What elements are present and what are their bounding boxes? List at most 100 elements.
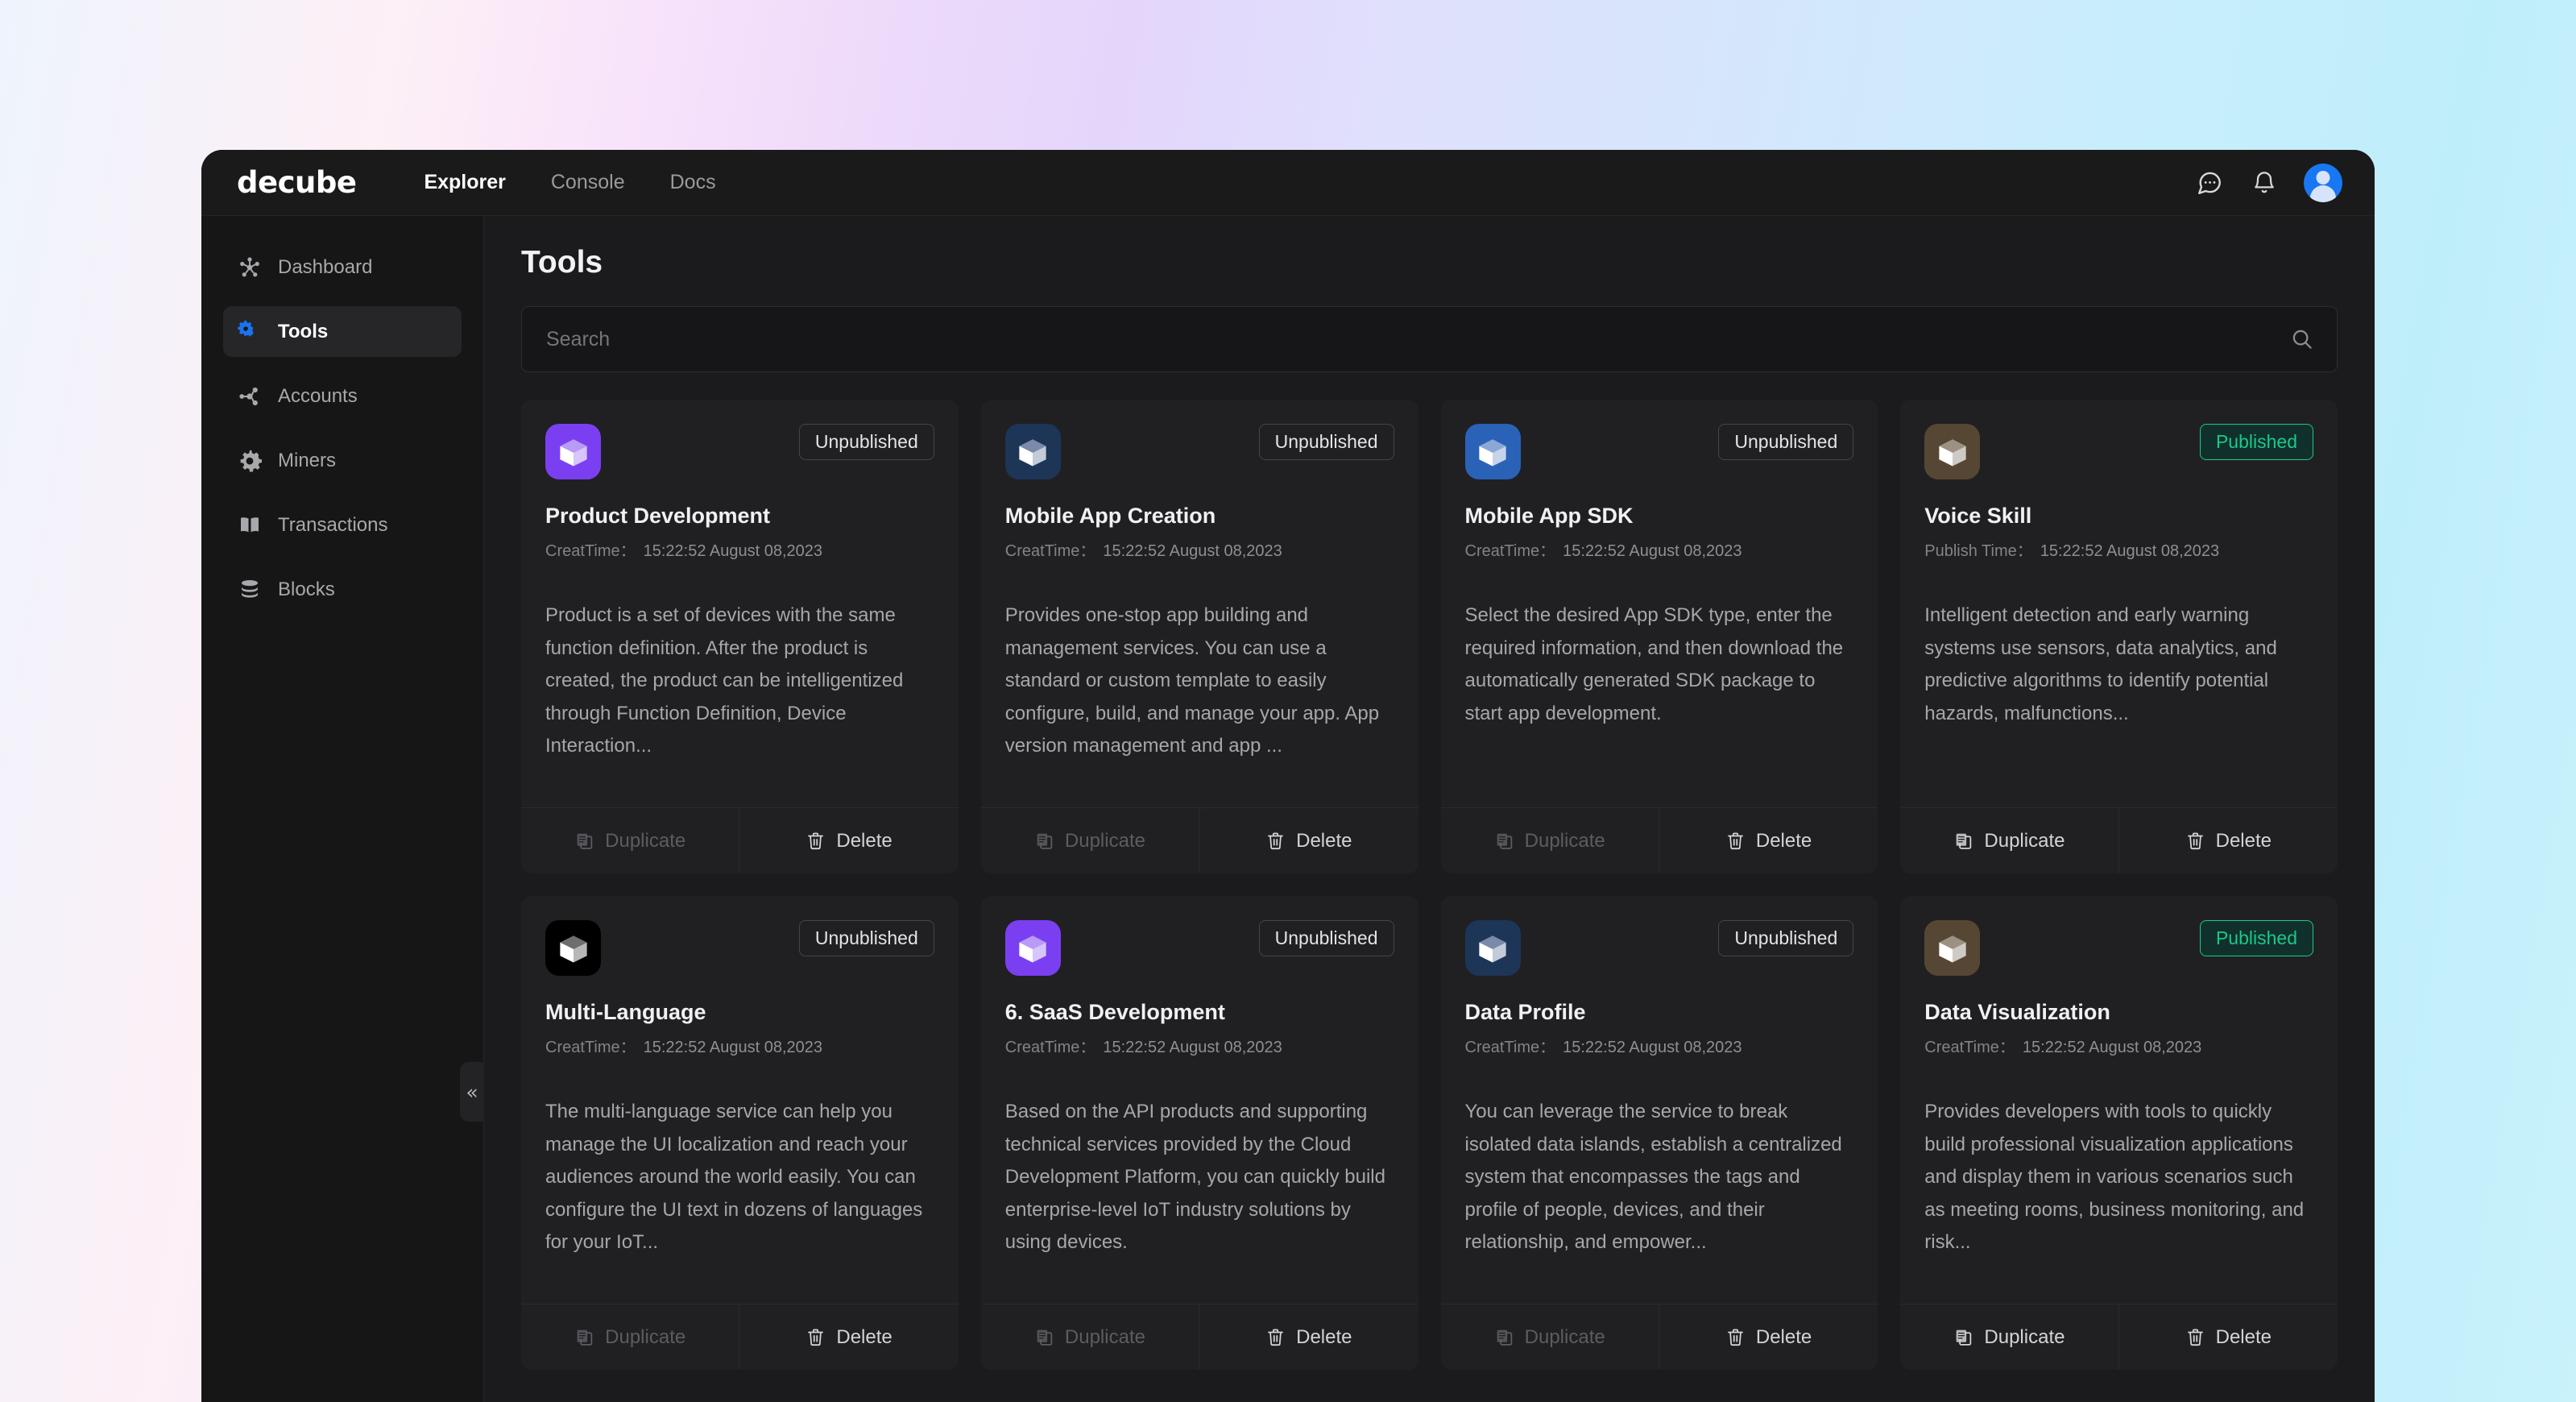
- duplicate-label: Duplicate: [1524, 1325, 1605, 1348]
- tool-card[interactable]: Published Data Visualization CreatTime： 15:…: [1900, 896, 2338, 1370]
- duplicate-label: Duplicate: [1984, 829, 2065, 852]
- sidebar-item-accounts[interactable]: Accounts: [223, 371, 462, 421]
- tool-card-description: Intelligent detection and early warning …: [1924, 604, 2277, 724]
- delete-label: Delete: [836, 1325, 892, 1348]
- tool-card[interactable]: Unpublished Mobile App SDK CreatTime： 15:22…: [1440, 400, 1878, 873]
- status-badge: Unpublished: [1718, 424, 1854, 460]
- delete-button[interactable]: Delete: [1659, 808, 1878, 873]
- tool-card-body: Unpublished Mobile App SDK CreatTime： 15:22…: [1441, 400, 1878, 807]
- duplicate-button: Duplicate: [521, 1305, 740, 1370]
- sidebar-item-label: Accounts: [278, 384, 358, 407]
- cube-icon: [1924, 424, 1981, 479]
- sidebar-item-blocks[interactable]: Blocks: [223, 564, 462, 615]
- delete-button[interactable]: Delete: [2119, 808, 2338, 873]
- tool-card-header: Unpublished: [1004, 920, 1394, 976]
- nav-link-explorer[interactable]: Explorer: [424, 171, 505, 194]
- notification-bell-icon[interactable]: [2249, 168, 2280, 198]
- search-icon[interactable]: [2288, 326, 2316, 353]
- sidebar-item-transactions[interactable]: Transactions: [223, 500, 462, 550]
- tool-card-title: Mobile App Creation: [1004, 504, 1216, 528]
- delete-button[interactable]: Delete: [1199, 1305, 1418, 1370]
- search-bar: [521, 306, 2338, 372]
- copy-icon: [574, 1327, 594, 1347]
- tool-card-body: Unpublished Product Development CreatTime：…: [521, 400, 959, 807]
- timestamp-label: CreatTime：: [1924, 1039, 2015, 1056]
- tool-card-title: Product Development: [545, 504, 771, 528]
- duplicate-button[interactable]: Duplicate: [1900, 808, 2119, 873]
- tool-card[interactable]: Unpublished Mobile App Creation CreatTime：…: [980, 400, 1418, 873]
- sidebar-collapse-handle[interactable]: «: [460, 1062, 484, 1122]
- tool-card-body: Unpublished 6. SaaS Development CreatTime：…: [981, 896, 1418, 1304]
- tool-card-timestamp: CreatTime： 15:22:52 August 08,2023: [1005, 1034, 1394, 1057]
- timestamp-value: 15:22:52 August 08,2023: [643, 1039, 823, 1056]
- tool-card[interactable]: Unpublished 6. SaaS Development CreatTime：…: [980, 896, 1418, 1370]
- brand-logo[interactable]: decube: [237, 165, 357, 200]
- tool-card-timestamp: CreatTime： 15:22:52 August 08,2023: [545, 537, 934, 561]
- tool-card-footer: Duplicate Delete: [521, 1304, 959, 1370]
- tool-card-body: Published Voice Skill Publish Time： 15:22:5…: [1900, 400, 2338, 807]
- delete-label: Delete: [2215, 1325, 2272, 1348]
- tool-card[interactable]: Unpublished Product Development CreatTime：…: [521, 400, 959, 873]
- tool-card-header: Unpublished: [1464, 920, 1854, 976]
- tool-card[interactable]: Unpublished Data Profile CreatTime： 15:22:5…: [1440, 896, 1878, 1370]
- delete-label: Delete: [836, 829, 892, 852]
- tool-card-title: Data Visualization: [1924, 1000, 2110, 1024]
- timestamp-label: CreatTime：: [1464, 1039, 1556, 1056]
- copy-icon: [1953, 831, 1973, 851]
- tool-card-timestamp: CreatTime： 15:22:52 August 08,2023: [1465, 1034, 1854, 1057]
- timestamp-value: 15:22:52 August 08,2023: [643, 542, 823, 560]
- tool-card-description: Provides one-stop app building and manag…: [1004, 604, 1380, 757]
- sidebar-item-tools[interactable]: Tools: [223, 306, 462, 357]
- sidebar-item-label: Miners: [278, 449, 337, 471]
- tool-card-timestamp: CreatTime： 15:22:52 August 08,2023: [545, 1034, 934, 1057]
- hub-icon: [238, 255, 262, 280]
- tool-card-footer: Duplicate Delete: [1900, 1304, 2338, 1370]
- delete-button[interactable]: Delete: [739, 1305, 958, 1370]
- delete-button[interactable]: Delete: [2119, 1305, 2338, 1370]
- share-nodes-icon: [238, 384, 262, 409]
- tool-card-description: The multi-language service can help you …: [545, 1101, 923, 1254]
- timestamp-label: CreatTime：: [545, 1039, 636, 1056]
- chat-bubble-icon[interactable]: [2194, 168, 2225, 198]
- tool-card-header: Unpublished: [1004, 424, 1394, 479]
- delete-button[interactable]: Delete: [739, 808, 958, 873]
- tool-card-title: Multi-Language: [545, 1000, 706, 1024]
- cube-icon: [1004, 920, 1061, 976]
- user-avatar[interactable]: [2304, 163, 2342, 202]
- sidebar-item-dashboard[interactable]: Dashboard: [223, 242, 462, 292]
- tool-card[interactable]: Published Voice Skill Publish Time： 15:22:5…: [1900, 400, 2338, 873]
- nav-link-docs[interactable]: Docs: [670, 171, 716, 194]
- tool-card-title: Data Profile: [1464, 1000, 1586, 1024]
- tool-card-footer: Duplicate Delete: [980, 807, 1418, 873]
- gears-icon: [238, 320, 262, 344]
- copy-icon: [574, 831, 594, 851]
- trash-icon: [2185, 831, 2205, 851]
- tool-card-title: Voice Skill: [1924, 504, 2032, 528]
- copy-icon: [1034, 1327, 1054, 1347]
- trash-icon: [806, 1327, 826, 1347]
- cube-icon: [1004, 424, 1061, 479]
- duplicate-button[interactable]: Duplicate: [1900, 1305, 2119, 1370]
- tool-card-footer: Duplicate Delete: [980, 1304, 1418, 1370]
- tool-card-timestamp: Publish Time： 15:22:52 August 08,2023: [1924, 537, 2313, 561]
- tool-card-timestamp: CreatTime： 15:22:52 August 08,2023: [1465, 537, 1854, 561]
- delete-button[interactable]: Delete: [1199, 808, 1418, 873]
- cube-icon: [1464, 424, 1521, 479]
- tool-card-description: Product is a set of devices with the sam…: [545, 604, 904, 757]
- status-badge: Unpublished: [1258, 424, 1394, 460]
- timestamp-value: 15:22:52 August 08,2023: [1563, 542, 1742, 560]
- delete-button[interactable]: Delete: [1659, 1305, 1878, 1370]
- nav-link-console[interactable]: Console: [551, 171, 625, 194]
- sidebar: Dashboard Tools Accounts Miners Transactions…: [201, 216, 484, 1402]
- duplicate-button: Duplicate: [981, 1305, 1200, 1370]
- status-badge: Unpublished: [798, 424, 934, 460]
- tool-card-description: Based on the API products and supporting…: [1004, 1101, 1385, 1254]
- timestamp-label: CreatTime：: [545, 542, 636, 560]
- tool-card-body: Unpublished Multi-Language CreatTime： 15:22…: [521, 896, 959, 1304]
- tool-card-header: Unpublished: [545, 424, 934, 479]
- duplicate-label: Duplicate: [605, 1325, 686, 1348]
- tool-card-title: 6. SaaS Development: [1004, 1000, 1225, 1024]
- sidebar-item-miners[interactable]: Miners: [223, 435, 462, 486]
- tool-card[interactable]: Unpublished Multi-Language CreatTime： 15:22…: [521, 896, 959, 1370]
- search-input[interactable]: [522, 307, 2337, 371]
